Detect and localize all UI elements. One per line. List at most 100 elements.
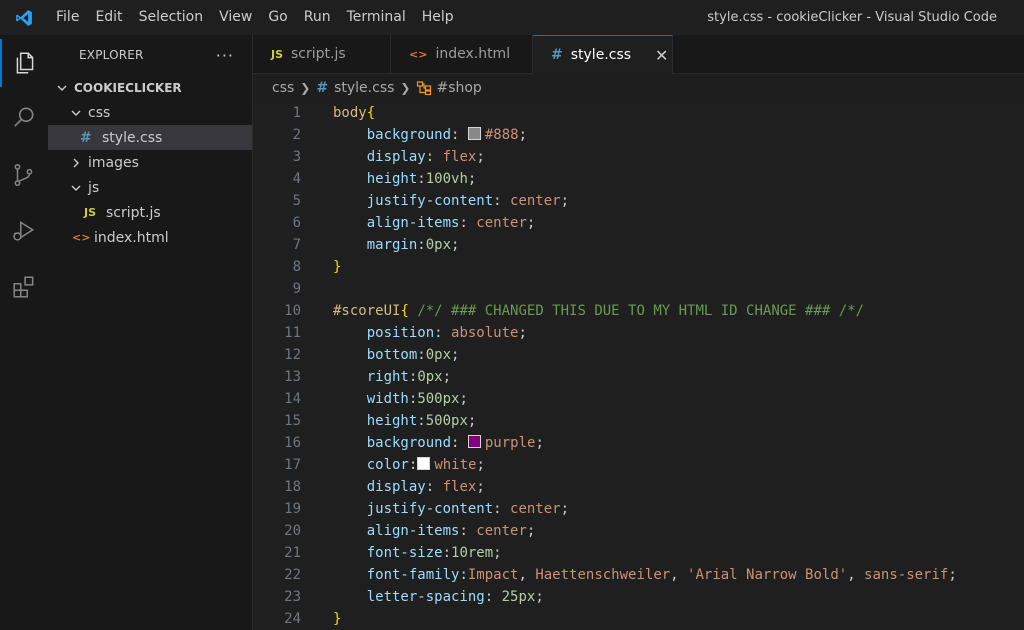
- tree-label: COOKIECLICKER: [74, 80, 182, 95]
- tree-file-style-css[interactable]: # style.css: [48, 125, 252, 150]
- code-line[interactable]: 13 right:0px;: [253, 366, 1024, 388]
- close-icon[interactable]: ✕: [655, 46, 668, 65]
- code-line[interactable]: 15 height:500px;: [253, 410, 1024, 432]
- line-number: 6: [292, 215, 301, 231]
- code-line[interactable]: 17 color: white;: [253, 454, 1024, 476]
- tab-label: script.js: [291, 46, 346, 62]
- code-line[interactable]: 23 letter-spacing: 25px;: [253, 586, 1024, 608]
- menu-selection[interactable]: Selection: [131, 0, 212, 35]
- code-line[interactable]: 10 #scoreUI{ /*/ ### CHANGED THIS DUE TO …: [253, 300, 1024, 322]
- explorer-sidebar: EXPLORER ··· COOKIECLICKER css # style.c…: [48, 35, 253, 630]
- source-control-icon[interactable]: [0, 151, 48, 199]
- breadcrumb-file[interactable]: style.css: [334, 80, 394, 96]
- code-line[interactable]: 22 font-family:Impact, Haettenschweiler,…: [253, 564, 1024, 586]
- code-token: ;: [467, 413, 477, 429]
- code-token: :: [417, 413, 426, 429]
- code-token: 0px: [425, 237, 452, 253]
- more-actions-icon[interactable]: ···: [216, 46, 234, 65]
- code-line[interactable]: 16 background: purple;: [253, 432, 1024, 454]
- code-line[interactable]: 14 width:500px;: [253, 388, 1024, 410]
- code-line[interactable]: 7 margin:0px;: [253, 234, 1024, 256]
- menu-help[interactable]: Help: [414, 0, 462, 35]
- js-file-icon: JS: [84, 206, 97, 219]
- code-line[interactable]: 3 display: flex;: [253, 146, 1024, 168]
- tree-folder-images[interactable]: images: [48, 150, 252, 175]
- menu-terminal[interactable]: Terminal: [339, 0, 414, 35]
- line-number: 4: [292, 171, 301, 187]
- chevron-right-icon: ❯: [300, 81, 311, 95]
- tree-label: css: [88, 104, 111, 121]
- code-text: }: [333, 611, 341, 627]
- line-number: 3: [292, 149, 301, 165]
- code-token: background: [366, 435, 452, 451]
- code-token: }: [333, 259, 342, 275]
- tab-style-css[interactable]: # style.css ✕: [533, 35, 673, 74]
- breadcrumb-folder[interactable]: css: [272, 80, 294, 96]
- code-line[interactable]: 9: [253, 278, 1024, 300]
- code-token: 500px: [417, 391, 460, 407]
- code-line[interactable]: 11 position: absolute;: [253, 322, 1024, 344]
- code-token: ;: [518, 127, 528, 143]
- code-editor[interactable]: 1 body{2 background: #888; 3 display: flex…: [253, 102, 1024, 630]
- code-token: background: [366, 127, 452, 143]
- search-icon[interactable]: [0, 94, 48, 142]
- explorer-icon[interactable]: [0, 39, 48, 87]
- code-line[interactable]: 2 background: #888;: [253, 124, 1024, 146]
- html-file-icon: <>: [409, 47, 428, 61]
- code-token: :: [425, 149, 443, 165]
- line-number: 19: [284, 501, 301, 517]
- tree-file-script-js[interactable]: JS script.js: [48, 200, 252, 225]
- css-file-icon: #: [316, 80, 329, 96]
- line-number: 22: [284, 567, 301, 583]
- code-line[interactable]: 20 align-items: center;: [253, 520, 1024, 542]
- code-line[interactable]: 18 display: flex;: [253, 476, 1024, 498]
- code-line[interactable]: 24}: [253, 608, 1024, 630]
- code-token: sans-serif: [864, 567, 949, 583]
- code-text: background: #888;: [333, 127, 527, 143]
- code-token: ;: [476, 149, 485, 165]
- code-line[interactable]: 4 height:100vh;: [253, 168, 1024, 190]
- code-line[interactable]: 6 align-items: center;: [253, 212, 1024, 234]
- menu-go[interactable]: Go: [260, 0, 295, 35]
- code-token: display: [366, 479, 426, 495]
- tree-file-index-html[interactable]: <> index.html: [48, 225, 252, 250]
- menu-edit[interactable]: Edit: [87, 0, 130, 35]
- code-token: right: [366, 369, 409, 385]
- run-debug-icon[interactable]: [0, 207, 48, 255]
- color-swatch[interactable]: [417, 457, 431, 470]
- code-token: letter-spacing: [366, 589, 485, 605]
- line-number: 23: [284, 589, 301, 605]
- code-line[interactable]: 5 justify-content: center;: [253, 190, 1024, 212]
- code-token: ;: [560, 193, 570, 209]
- js-file-icon: JS: [271, 47, 284, 61]
- line-number: 14: [284, 391, 301, 407]
- tree-root-cookieclicker[interactable]: COOKIECLICKER: [48, 75, 252, 100]
- extensions-icon[interactable]: [0, 263, 48, 311]
- code-line[interactable]: 8}: [253, 256, 1024, 278]
- code-line[interactable]: 1 body{: [253, 102, 1024, 124]
- menu-bar: File Edit Selection View Go Run Terminal…: [48, 0, 462, 35]
- menu-run[interactable]: Run: [296, 0, 339, 35]
- menu-view[interactable]: View: [211, 0, 260, 35]
- line-number: 17: [284, 457, 301, 473]
- code-text: bottom:0px;: [333, 347, 460, 363]
- code-text: color: white;: [333, 457, 485, 473]
- menu-file[interactable]: File: [48, 0, 87, 35]
- color-swatch[interactable]: [467, 127, 481, 140]
- code-line[interactable]: 21 font-size:10rem;: [253, 542, 1024, 564]
- tab-index-html[interactable]: <> index.html: [391, 35, 533, 73]
- code-line[interactable]: 12 bottom:0px;: [253, 344, 1024, 366]
- tree-folder-css[interactable]: css: [48, 100, 252, 125]
- color-swatch[interactable]: [467, 435, 481, 448]
- tab-script-js[interactable]: JS script.js: [253, 35, 391, 73]
- code-line[interactable]: 19 justify-content: center;: [253, 498, 1024, 520]
- code-token: :: [434, 325, 452, 341]
- tree-folder-js[interactable]: js: [48, 175, 252, 200]
- breadcrumb-symbol[interactable]: #shop: [436, 80, 481, 96]
- tree-label: style.css: [102, 129, 163, 146]
